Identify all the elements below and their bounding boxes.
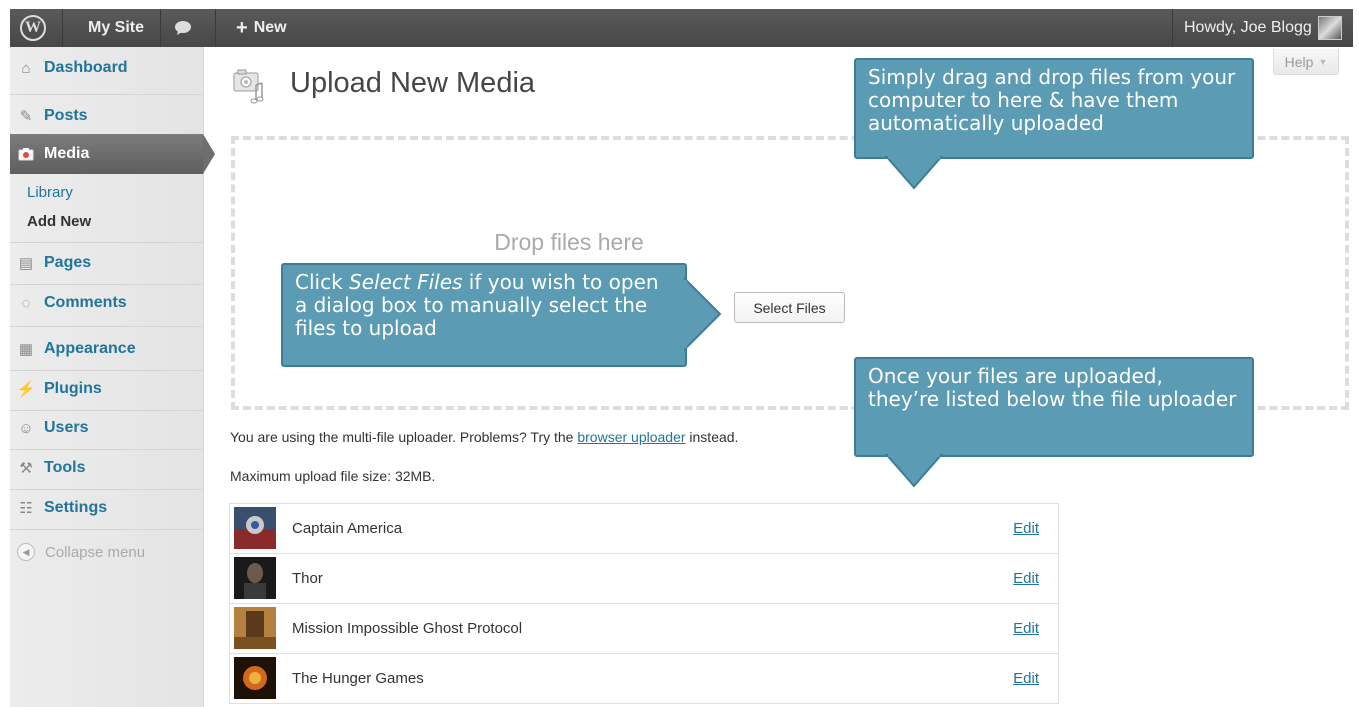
browser-uploader-link[interactable]: browser uploader <box>577 429 685 445</box>
max-upload-size: Maximum upload file size: 32MB. <box>230 468 436 484</box>
submenu-library[interactable]: Library <box>27 184 73 201</box>
sidebar-item-label: Users <box>44 419 89 436</box>
media-thumbnail <box>234 507 276 549</box>
page-title: Upload New Media <box>290 67 536 99</box>
plus-icon: + <box>236 16 248 39</box>
help-button[interactable]: Help ▼ <box>1273 49 1339 75</box>
plug-icon: ⚡ <box>16 381 36 398</box>
sidebar-item-label: Appearance <box>44 340 136 357</box>
edit-link[interactable]: Edit <box>1013 570 1039 587</box>
sidebar-item-comments[interactable]: ◌ Comments <box>10 286 203 320</box>
sidebar-item-label: Plugins <box>44 380 102 397</box>
users-icon: ☺ <box>18 419 34 437</box>
edit-link[interactable]: Edit <box>1013 520 1039 537</box>
my-account-menu[interactable]: Howdy, Joe Blogg <box>1184 9 1342 47</box>
callout-pointer <box>884 156 944 190</box>
media-thumbnail <box>234 657 276 699</box>
drag-drop-callout: Simply drag and drop files from your com… <box>854 58 1254 159</box>
sidebar-item-label: Tools <box>44 459 86 476</box>
media-thumbnail <box>234 607 276 649</box>
house-icon: ⌂ <box>21 59 31 77</box>
sidebar-item-label: Posts <box>44 107 88 124</box>
media-upload-icon <box>233 69 264 104</box>
media-name: Captain America <box>292 520 403 537</box>
callout-text: Simply drag and drop files from your com… <box>868 65 1236 135</box>
speech-bubble-icon: ◌ <box>21 294 31 312</box>
speech-bubble-icon <box>175 21 191 35</box>
active-menu-arrow <box>203 134 215 174</box>
admin-sidebar: ⌂ Dashboard ✎ Posts Media Library Add Ne… <box>10 47 215 707</box>
chevron-down-icon: ▼ <box>1318 56 1328 67</box>
comments-button[interactable] <box>174 9 192 47</box>
uploaded-list-callout: Once your files are uploaded, they’re li… <box>854 357 1254 457</box>
media-name: The Hunger Games <box>292 670 424 687</box>
sidebar-item-settings[interactable]: ☷ Settings <box>10 491 203 525</box>
sidebar-item-label: Dashboard <box>44 59 128 76</box>
sidebar-item-appearance[interactable]: ▦ Appearance <box>10 332 203 366</box>
sidebar-item-label: Settings <box>44 499 108 516</box>
media-row-hunger-games: The Hunger Games Edit <box>230 654 1058 703</box>
select-files-button[interactable]: Select Files <box>734 292 845 323</box>
collapse-menu-label: Collapse menu <box>45 543 146 561</box>
sidebar-item-tools[interactable]: ⚒ Tools <box>10 451 203 485</box>
uploader-notice: You are using the multi-file uploader. P… <box>230 429 738 445</box>
callout-pointer <box>684 276 722 352</box>
sidebar-item-posts[interactable]: ✎ Posts <box>10 100 203 132</box>
media-thumbnail <box>234 557 276 599</box>
new-label: New <box>253 19 287 36</box>
wordpress-logo-icon: W <box>20 15 46 41</box>
collapse-arrow-icon: ◀ <box>17 543 35 561</box>
uploader-notice-text: You are using the multi-file uploader. P… <box>230 429 574 445</box>
pushpin-icon: ✎ <box>19 108 33 125</box>
drop-files-title: Drop files here <box>494 229 644 255</box>
appearance-icon: ▦ <box>18 341 34 358</box>
media-name: Thor <box>292 570 323 587</box>
new-content-button[interactable]: + New <box>236 9 287 47</box>
callout-pointer <box>884 454 944 488</box>
settings-icon: ☷ <box>19 500 33 517</box>
admin-bar: W My Site + New Howdy, Joe Blogg <box>10 9 1353 47</box>
media-row-mission-impossible: Mission Impossible Ghost Protocol Edit <box>230 604 1058 654</box>
wordpress-logo-button[interactable]: W <box>20 9 46 47</box>
callout-text: Once your files are uploaded, they’re li… <box>868 364 1237 411</box>
wp-admin-window: W My Site + New Howdy, Joe Blogg ⌂ Dashb… <box>10 9 1353 707</box>
media-row-captain-america: Captain America Edit <box>230 504 1058 554</box>
site-name-link[interactable]: My Site <box>88 9 144 47</box>
sidebar-item-plugins[interactable]: ⚡ Plugins <box>10 372 203 406</box>
help-label: Help <box>1284 53 1314 70</box>
sidebar-item-users[interactable]: ☺ Users <box>10 411 203 445</box>
uploaded-media-list: Captain America Edit Thor Edit Mission I… <box>229 503 1059 704</box>
callout-text-emphasis: Select Files <box>349 270 463 294</box>
submenu-add-new[interactable]: Add New <box>27 213 91 230</box>
media-name: Mission Impossible Ghost Protocol <box>292 620 523 637</box>
edit-link[interactable]: Edit <box>1013 620 1039 637</box>
camera-icon <box>17 145 35 163</box>
collapse-menu-button[interactable]: ◀ Collapse menu <box>17 543 145 561</box>
callout-text-prefix: Click <box>295 270 343 294</box>
edit-link[interactable]: Edit <box>1013 670 1039 687</box>
select-files-callout: Click Select Files if you wish to open a… <box>281 263 687 367</box>
avatar <box>1317 16 1342 40</box>
sidebar-item-label: Comments <box>44 294 127 311</box>
sidebar-item-label: Media <box>44 145 90 162</box>
media-row-thor: Thor Edit <box>230 554 1058 604</box>
uploader-notice-suffix: instead. <box>689 429 739 445</box>
tools-icon: ⚒ <box>19 460 33 477</box>
sidebar-item-dashboard[interactable]: ⌂ Dashboard <box>10 49 203 87</box>
howdy-text: Howdy, Joe Blogg <box>1184 19 1312 36</box>
sidebar-item-media[interactable]: Media <box>10 134 215 174</box>
